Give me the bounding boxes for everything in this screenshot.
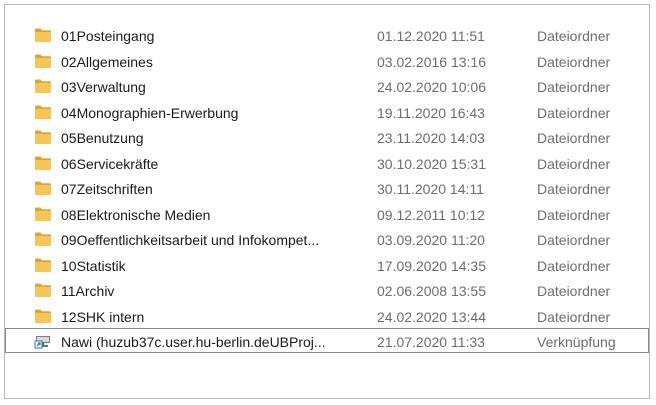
file-list-row[interactable]: 02Allgemeines 03.02.2016 13:16 Dateiordner [5, 48, 649, 73]
file-type: Dateiordner [537, 308, 611, 325]
file-list-row[interactable]: 01Posteingang 01.12.2020 11:51 Dateiordner [5, 22, 649, 47]
file-list-row[interactable]: 06Servicekräfte 30.10.2020 15:31 Dateiordn… [5, 150, 649, 175]
file-type: Dateiordner [537, 181, 611, 197]
file-type: Dateiordner [537, 257, 611, 274]
file-list-row[interactable]: 10Statistik 17.09.2020 14:35 Dateiordner [5, 252, 649, 277]
modified-date: 17.09.2020 14:35 [377, 257, 486, 274]
file-type: Verknüpfung [537, 334, 616, 350]
modified-date: 23.11.2020 14:03 [377, 130, 485, 146]
file-name: 08Elektronische Medien [61, 206, 211, 223]
modified-date: 02.06.2008 13:55 [377, 283, 486, 299]
folder-icon [34, 27, 52, 43]
file-explorer-pane: 01Posteingang 01.12.2020 11:51 Dateiordner… [4, 4, 650, 399]
folder-icon [34, 104, 52, 120]
folder-icon [34, 155, 52, 171]
file-list-row[interactable]: 08Elektronische Medien 09.12.2011 10:12 Da… [5, 201, 649, 226]
file-type: Dateiordner [537, 28, 611, 44]
network-shortcut-icon [34, 333, 52, 349]
modified-date: 09.12.2011 10:12 [377, 206, 485, 223]
file-name: 04Monographien-Erwerbung [61, 104, 239, 121]
modified-date: 01.12.2020 11:51 [377, 28, 485, 44]
folder-icon [34, 308, 52, 324]
file-name: 11Archiv [61, 283, 115, 299]
file-name: 10Statistik [61, 257, 126, 274]
file-list-row[interactable]: 05Benutzung 23.11.2020 14:03 Dateiordner [5, 124, 649, 149]
file-name: 05Benutzung [61, 130, 144, 146]
file-type: Dateiordner [537, 232, 611, 248]
file-name: 03Verwaltung [61, 79, 146, 95]
modified-date: 19.11.2020 16:43 [377, 104, 485, 121]
modified-date: 24.02.2020 10:06 [377, 79, 486, 95]
modified-date: 21.07.2020 11:33 [377, 334, 485, 350]
file-name: 07Zeitschriften [61, 181, 153, 197]
modified-date: 30.11.2020 14:11 [377, 181, 484, 197]
folder-icon [34, 129, 52, 145]
file-type: Dateiordner [537, 283, 611, 299]
modified-date: 24.02.2020 13:44 [377, 308, 486, 325]
file-name: 12SHK intern [61, 308, 145, 325]
folder-icon [34, 206, 52, 222]
file-list-row[interactable]: Nawi (huzub37c.user.hu-berlin.deUBProj..… [5, 328, 649, 353]
file-list-row[interactable]: 11Archiv 02.06.2008 13:55 Dateiordner [5, 277, 649, 302]
file-type: Dateiordner [537, 206, 611, 223]
folder-icon [34, 180, 52, 196]
file-type: Dateiordner [537, 79, 611, 95]
file-list-row[interactable]: 04Monographien-Erwerbung 19.11.2020 16:43… [5, 99, 649, 124]
modified-date: 30.10.2020 15:31 [377, 155, 486, 172]
file-type: Dateiordner [537, 53, 611, 70]
file-list: 01Posteingang 01.12.2020 11:51 Dateiordner… [5, 22, 649, 354]
file-list-row[interactable]: 12SHK intern 24.02.2020 13:44 Dateiordner [5, 303, 649, 328]
modified-date: 03.09.2020 11:20 [377, 232, 485, 248]
folder-icon [34, 257, 52, 273]
folder-icon [34, 282, 52, 298]
file-type: Dateiordner [537, 155, 611, 172]
file-name: 02Allgemeines [61, 53, 153, 70]
folder-icon [34, 53, 52, 69]
file-type: Dateiordner [537, 104, 611, 121]
folder-icon [34, 78, 52, 94]
file-list-row[interactable]: 07Zeitschriften 30.11.2020 14:11 Dateiordn… [5, 175, 649, 200]
folder-icon [34, 231, 52, 247]
file-type: Dateiordner [537, 130, 611, 146]
file-name: 06Servicekräfte [61, 155, 159, 172]
modified-date: 03.02.2016 13:16 [377, 53, 486, 70]
file-name: Nawi (huzub37c.user.hu-berlin.deUBProj..… [61, 334, 326, 350]
file-list-row[interactable]: 09Oeffentlichkeitsarbeit und Infokompet.… [5, 226, 649, 251]
file-list-row[interactable]: 03Verwaltung 24.02.2020 10:06 Dateiordner [5, 73, 649, 98]
file-name: 01Posteingang [61, 28, 155, 44]
file-name: 09Oeffentlichkeitsarbeit und Infokompet.… [61, 232, 320, 248]
